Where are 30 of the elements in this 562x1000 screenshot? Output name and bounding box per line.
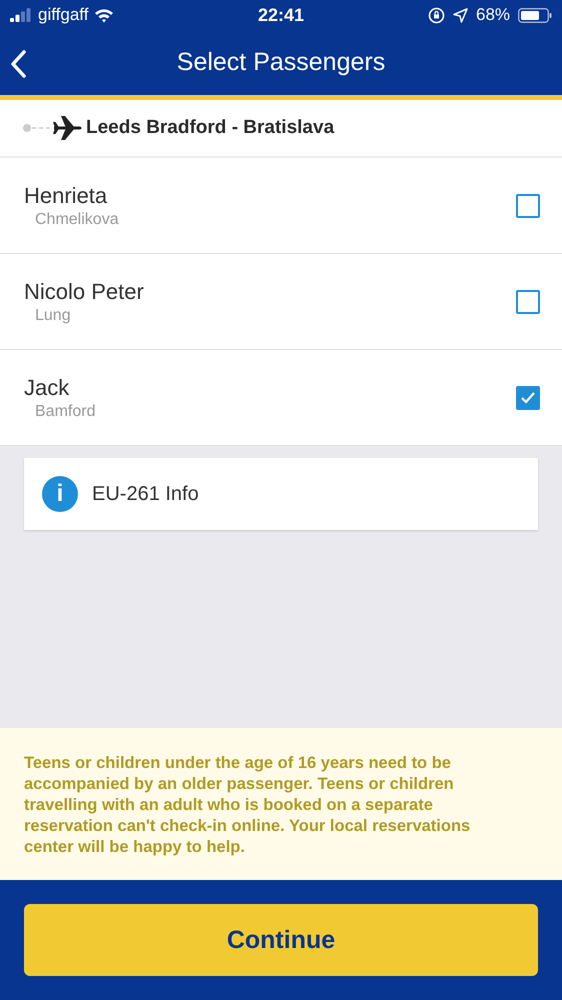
battery-percent: 68% bbox=[476, 5, 510, 25]
battery-icon bbox=[518, 8, 552, 22]
info-icon: i bbox=[42, 476, 78, 512]
signal-icon bbox=[10, 8, 32, 22]
carrier-name: giffgaff bbox=[38, 5, 88, 25]
checkmark-icon bbox=[520, 390, 536, 404]
passenger-checkbox[interactable] bbox=[516, 194, 540, 218]
notice-text: Teens or children under the age of 16 years need to be accompanied by an older passenger. Teens or children travelling with an adult who is booked on a separate reservation can't check-in online. Your local reservations center will be happy to help. bbox=[0, 728, 562, 880]
back-button[interactable] bbox=[8, 48, 28, 80]
info-card-label: EU-261 Info bbox=[92, 482, 199, 506]
rotation-lock-icon bbox=[428, 6, 445, 24]
clock-time: 22:41 bbox=[258, 4, 304, 26]
info-card[interactable]: i EU-261 Info bbox=[24, 458, 538, 530]
passenger-row[interactable]: Henrieta Chmelikova bbox=[0, 158, 562, 254]
passenger-first-name: Nicolo Peter bbox=[24, 278, 145, 304]
passenger-checkbox[interactable] bbox=[516, 290, 540, 314]
passenger-first-name: Henrieta bbox=[24, 182, 108, 208]
passenger-last-name: Lung bbox=[35, 306, 72, 324]
route-title: Leeds Bradford - Bratislava bbox=[86, 117, 334, 139]
passenger-checkbox[interactable] bbox=[516, 386, 540, 410]
location-arrow-icon bbox=[452, 8, 468, 22]
passenger-last-name: Bamford bbox=[35, 402, 96, 420]
screen-title: Select Passengers bbox=[176, 48, 386, 77]
passenger-first-name: Jack bbox=[24, 374, 70, 400]
flight-path-icon bbox=[22, 114, 82, 142]
passenger-row[interactable]: Jack Bamford bbox=[0, 350, 562, 446]
passenger-last-name: Chmelikova bbox=[35, 210, 120, 228]
wifi-icon bbox=[94, 8, 114, 22]
continue-button[interactable]: Continue bbox=[24, 904, 538, 976]
passenger-row[interactable]: Nicolo Peter Lung bbox=[0, 254, 562, 350]
